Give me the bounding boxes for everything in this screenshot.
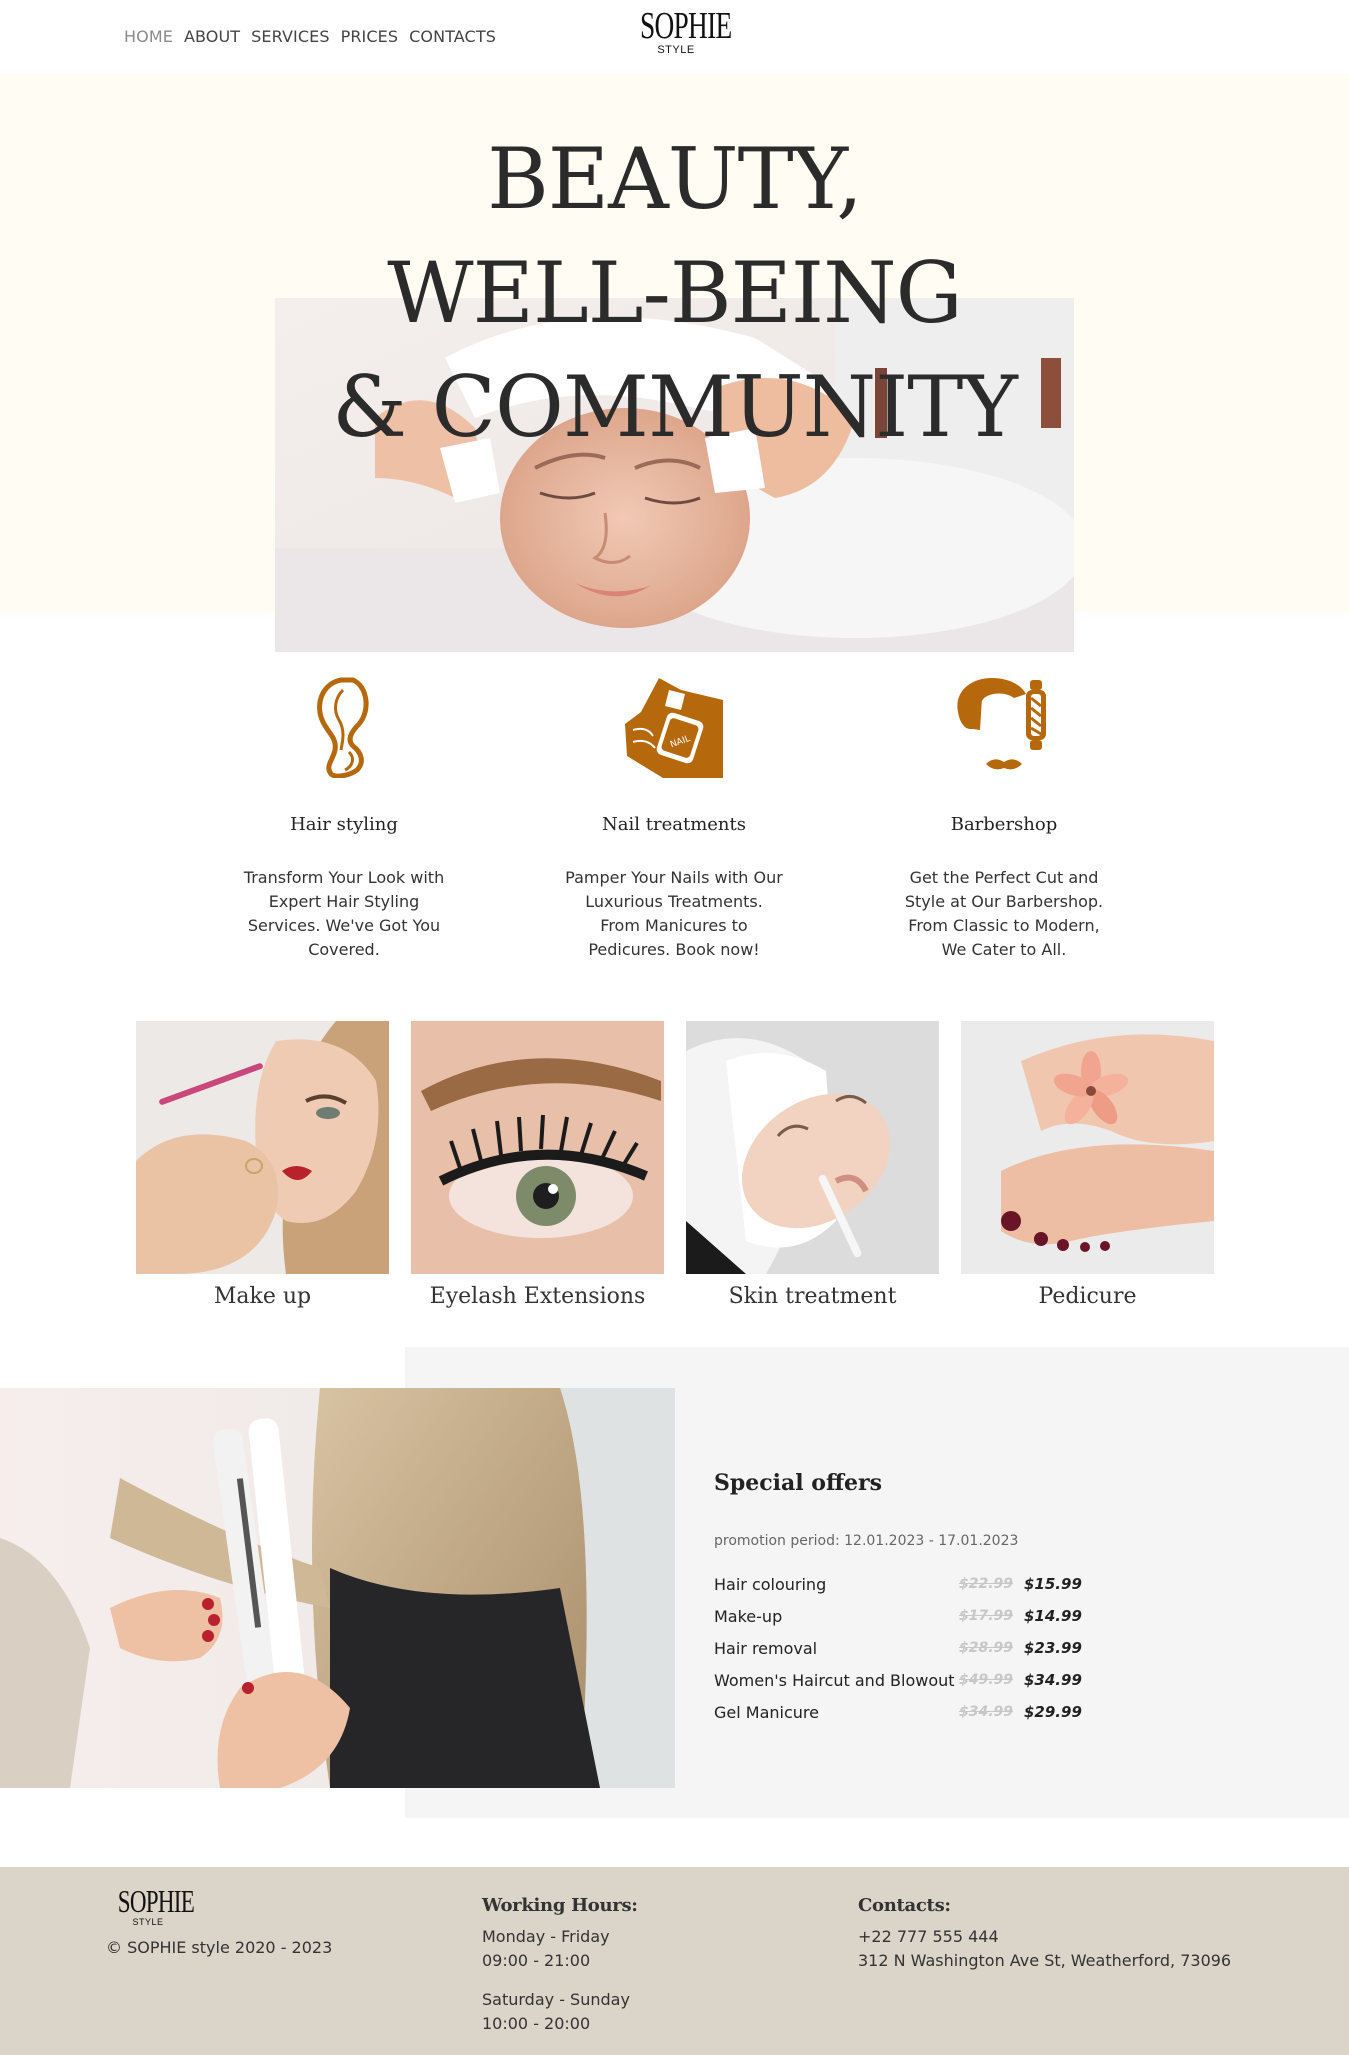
hero-heading-line-3: & COMMUNITY	[332, 358, 1018, 456]
service-title: Hair styling	[290, 814, 398, 835]
new-price: $29.99	[1024, 1703, 1082, 1721]
nav-home-link[interactable]: HOME	[124, 27, 173, 46]
hero-heading-line-2: WELL-BEING	[387, 244, 962, 342]
footer-logo[interactable]: SOPHIE STYLE	[106, 1883, 195, 1927]
new-price: $14.99	[1024, 1607, 1082, 1625]
logo-wordmark: SOPHIE	[117, 1883, 195, 1919]
contacts-block: Contacts: +22 777 555 444 312 N Washingt…	[858, 1895, 1231, 1973]
phone-number[interactable]: +22 777 555 444	[858, 1925, 1231, 1949]
offers-price-list: Hair colouring $22.99 $15.99 Make-up $17…	[714, 1571, 1114, 1731]
old-price: $28.99	[959, 1640, 1014, 1656]
new-price: $34.99	[1024, 1671, 1082, 1689]
skin-treatment-photo	[686, 1021, 939, 1274]
main-nav: HOME ABOUT SERVICES PRICES CONTACTS	[124, 27, 496, 46]
nav-services-link[interactable]: SERVICES	[251, 27, 329, 46]
service-description: Get the Perfect Cut and Style at Our Bar…	[904, 868, 1104, 959]
weekdays-label: Monday - Friday	[482, 1927, 610, 1946]
working-hours-title: Working Hours:	[482, 1895, 638, 1916]
gallery-item-pedicure[interactable]: Pedicure	[961, 1021, 1214, 1309]
price-row: Women's Haircut and Blowout $49.99 $34.9…	[714, 1667, 1114, 1699]
offer-name: Hair removal	[714, 1639, 818, 1658]
service-hair-styling: Hair styling Transform Your Look with Ex…	[224, 676, 464, 962]
gallery-item-eyelash-extensions[interactable]: Eyelash Extensions	[411, 1021, 664, 1309]
hair-straightening-photo	[0, 1388, 675, 1788]
offer-name: Make-up	[714, 1607, 783, 1626]
weekend-label: Saturday - Sunday	[482, 1990, 630, 2009]
gallery-item-make-up[interactable]: Make up	[136, 1021, 389, 1309]
gallery-caption: Make up	[213, 1284, 312, 1309]
special-offers-title: Special offers	[714, 1470, 882, 1496]
old-price: $49.99	[959, 1672, 1014, 1688]
price-row: Gel Manicure $34.99 $29.99	[714, 1699, 1114, 1731]
promotion-period: promotion period: 12.01.2023 - 17.01.202…	[714, 1533, 1019, 1549]
nail-polish-icon: NAIL	[554, 676, 794, 778]
offer-name: Women's Haircut and Blowout	[714, 1671, 955, 1690]
working-hours-block: Working Hours: Monday - Friday 09:00 - 2…	[482, 1895, 638, 2036]
new-price: $15.99	[1024, 1575, 1082, 1593]
copyright-text: © SOPHIE style 2020 - 2023	[106, 1938, 333, 1957]
logo-wordmark: SOPHIE	[640, 5, 732, 47]
old-price: $34.99	[959, 1704, 1014, 1720]
barber-pole-icon	[884, 676, 1124, 778]
service-description: Pamper Your Nails with Our Luxurious Tre…	[565, 868, 783, 959]
eyelash-photo	[411, 1021, 664, 1274]
price-row: Hair colouring $22.99 $15.99	[714, 1571, 1114, 1603]
service-nail-treatments: NAIL Nail treatments Pamper Your Nails w…	[554, 676, 794, 962]
service-description: Transform Your Look with Expert Hair Sty…	[243, 868, 445, 959]
old-price: $22.99	[959, 1576, 1014, 1592]
site-logo[interactable]: SOPHIE STYLE	[626, 5, 732, 56]
service-title: Nail treatments	[602, 814, 746, 835]
gallery-caption: Eyelash Extensions	[429, 1284, 646, 1309]
new-price: $23.99	[1024, 1639, 1082, 1657]
offer-name: Gel Manicure	[714, 1703, 819, 1722]
pedicure-photo	[961, 1021, 1214, 1274]
address-text: 312 N Washington Ave St, Weatherford, 73…	[858, 1951, 1232, 1970]
weekdays-time: 09:00 - 21:00	[482, 1951, 591, 1970]
price-row: Make-up $17.99 $14.99	[714, 1603, 1114, 1635]
gallery-caption: Skin treatment	[728, 1284, 897, 1309]
price-row: Hair removal $28.99 $23.99	[714, 1635, 1114, 1667]
make-up-photo	[136, 1021, 389, 1274]
nav-about-link[interactable]: ABOUT	[184, 27, 240, 46]
weekend-time: 10:00 - 20:00	[482, 2014, 591, 2033]
hero-heading-line-1: BEAUTY,	[487, 130, 863, 228]
nav-contacts-link[interactable]: CONTACTS	[409, 27, 496, 46]
hair-styling-icon	[224, 676, 464, 778]
hero-heading: BEAUTY, WELL-BEING & COMMUNITY	[0, 122, 1349, 464]
gallery-caption: Pedicure	[1038, 1284, 1137, 1309]
site-header: HOME ABOUT SERVICES PRICES CONTACTS SOPH…	[0, 0, 1349, 74]
nav-prices-link[interactable]: PRICES	[341, 27, 399, 46]
service-barbershop: Barbershop Get the Perfect Cut and Style…	[884, 676, 1124, 962]
contacts-title: Contacts:	[858, 1895, 951, 1916]
gallery-item-skin-treatment[interactable]: Skin treatment	[686, 1021, 939, 1309]
service-title: Barbershop	[950, 814, 1058, 835]
old-price: $17.99	[959, 1608, 1014, 1624]
offer-name: Hair colouring	[714, 1575, 827, 1594]
